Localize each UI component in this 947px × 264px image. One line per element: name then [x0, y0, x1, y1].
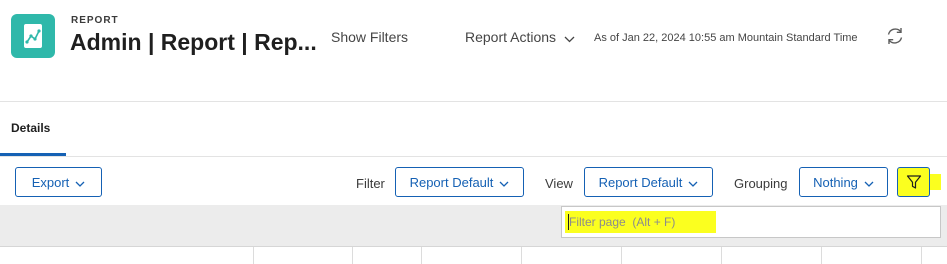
column-divider [253, 247, 254, 264]
filter-page-input[interactable] [569, 212, 929, 232]
chevron-down-icon [564, 30, 575, 46]
as-of-timestamp: As of Jan 22, 2024 10:55 am Mountain Sta… [594, 32, 858, 44]
report-icon [11, 14, 55, 58]
report-header: REPORT Admin | Report | Rep... Show Filt… [0, 0, 947, 100]
table-row [0, 246, 947, 264]
chevron-down-icon [864, 175, 874, 190]
tab-details[interactable]: Details [11, 121, 50, 135]
view-dropdown-value: Report Default [598, 174, 683, 190]
page-eyebrow: REPORT [71, 15, 119, 26]
funnel-icon [906, 175, 922, 189]
filter-toggle-button[interactable] [897, 167, 930, 197]
chevron-down-icon [688, 175, 698, 190]
report-actions-button[interactable]: Report Actions [465, 29, 575, 46]
column-divider [821, 247, 822, 264]
grouping-label: Grouping [734, 176, 788, 191]
export-label: Export [31, 174, 70, 190]
show-filters-button[interactable]: Show Filters [331, 29, 408, 45]
column-divider [521, 247, 522, 264]
filter-dropdown-value: Report Default [409, 174, 494, 190]
header-divider [0, 101, 947, 102]
filter-dropdown[interactable]: Report Default [395, 167, 524, 197]
grouping-dropdown-value: Nothing [813, 174, 858, 190]
tab-divider [0, 156, 947, 157]
page-title: Admin | Report | Rep... [70, 29, 317, 55]
chevron-down-icon [75, 175, 85, 190]
filter-label: Filter [356, 176, 385, 191]
column-divider [421, 247, 422, 264]
report-actions-label: Report Actions [465, 29, 557, 45]
column-divider [621, 247, 622, 264]
chevron-down-icon [499, 175, 509, 190]
grouping-dropdown[interactable]: Nothing [799, 167, 888, 197]
column-divider [721, 247, 722, 264]
column-divider [921, 247, 922, 264]
refresh-icon[interactable] [884, 25, 906, 47]
filter-page-field [561, 206, 941, 238]
view-label: View [545, 176, 573, 191]
column-divider [352, 247, 353, 264]
view-dropdown[interactable]: Report Default [584, 167, 713, 197]
export-button[interactable]: Export [15, 167, 102, 197]
